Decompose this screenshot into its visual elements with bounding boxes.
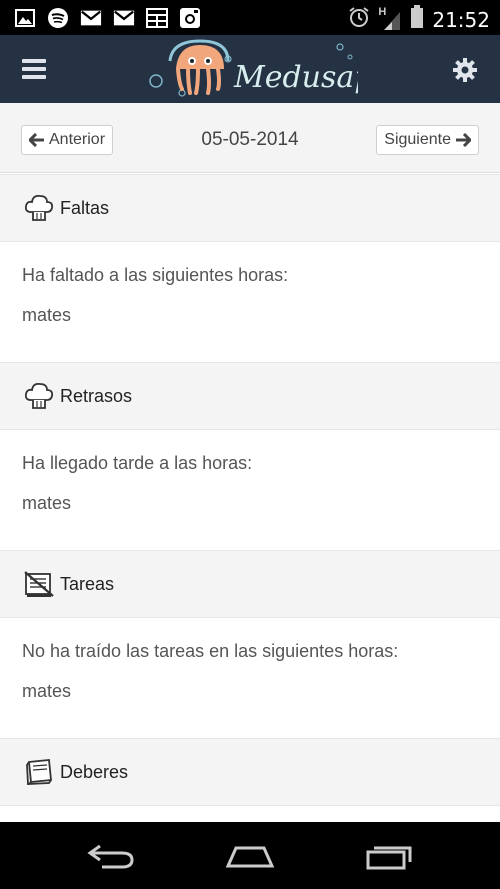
section-description: Ha faltado a las siguientes horas:: [22, 265, 289, 285]
next-day-button[interactable]: Siguiente: [376, 125, 479, 155]
section-header-faltas: Faltas: [0, 174, 500, 242]
section-description: Ha llegado tarde a las horas:: [22, 453, 253, 473]
list-item: mates: [22, 305, 72, 325]
hamburger-icon-line: [22, 67, 46, 71]
jellyfish-logo-icon: Medusapp: [149, 39, 393, 97]
network-type: H: [378, 5, 387, 18]
settings-button[interactable]: [452, 57, 478, 83]
section-header-deberes: Deberes: [0, 738, 500, 806]
recent-apps-icon: [366, 846, 412, 870]
section-title: Retrasos: [60, 385, 133, 406]
svg-text:Medusapp: Medusapp: [233, 60, 358, 95]
section-title: Faltas: [60, 197, 110, 218]
section-title: Deberes: [60, 761, 129, 782]
section-body-tareas: No ha traído las tareas en las siguiente…: [0, 618, 500, 738]
section-body-faltas: Ha faltado a las siguientes horas: mates: [0, 242, 500, 362]
system-navigation-bar: [0, 822, 500, 889]
image-icon: [14, 7, 36, 29]
list-item: mates: [22, 681, 72, 701]
notification-icons: [14, 7, 201, 29]
date-navigation: Anterior 05-05-2014 Siguiente: [0, 103, 500, 173]
back-arrow-icon: [87, 844, 134, 869]
hamburger-icon-line: [22, 59, 46, 63]
status-bar: H 21:52: [0, 0, 500, 35]
clock: 21:52: [432, 7, 490, 32]
back-button[interactable]: [86, 840, 136, 877]
home-button[interactable]: [224, 840, 276, 877]
calculator-icon: [146, 7, 168, 29]
list-item: mates: [22, 493, 72, 513]
spotify-icon: [47, 7, 69, 29]
section-header-retrasos: Retrasos: [0, 362, 500, 430]
gmail-icon: [113, 7, 135, 29]
battery-icon: [410, 5, 424, 34]
app-bar: Medusapp: [0, 35, 500, 103]
hamburger-icon-line: [22, 75, 46, 79]
recent-apps-button[interactable]: [364, 840, 414, 877]
next-label: Siguiente: [384, 131, 451, 148]
menu-button[interactable]: [22, 59, 46, 79]
section-description: No ha traído las tareas en las siguiente…: [22, 641, 399, 661]
alarm-icon: [348, 6, 370, 33]
home-icon: [225, 846, 275, 868]
cloud-icon: [24, 194, 54, 221]
book-icon: [26, 759, 52, 786]
system-status: H 21:52: [348, 5, 490, 34]
section-body-retrasos: Ha llegado tarde a las horas: mates: [0, 430, 500, 550]
homework-crossed-icon: [24, 571, 54, 597]
app-logo: Medusapp: [148, 39, 393, 101]
arrow-right-icon: [456, 133, 471, 147]
section-header-tareas: Tareas: [0, 550, 500, 618]
gmail-icon: [80, 7, 102, 29]
gear-icon: [453, 58, 477, 82]
section-title: Tareas: [60, 573, 115, 594]
report-content: Faltas Ha faltado a las siguientes horas…: [0, 174, 500, 822]
instagram-icon: [179, 7, 201, 29]
section-body-deberes: [0, 806, 500, 822]
signal-icon: H: [378, 5, 402, 32]
cloud-icon: [24, 382, 54, 409]
